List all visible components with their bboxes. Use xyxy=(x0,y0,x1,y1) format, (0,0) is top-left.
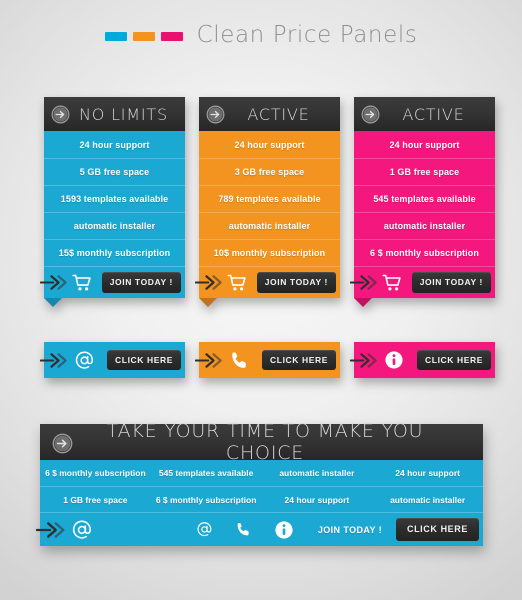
panel-feature-row: 789 templates available xyxy=(199,185,340,212)
panel-feature-row: 3 GB free space xyxy=(199,158,340,185)
wide-feature-cell: 24 hour support xyxy=(284,494,350,505)
panel-feature-row: 24 hour support xyxy=(79,139,150,150)
double-chevron-right-icon xyxy=(36,520,68,540)
panel-feature-row: 6 $ monthly subscription xyxy=(354,239,495,266)
panel-feature-row: 1593 templates available xyxy=(44,185,185,212)
title-dash-orange xyxy=(132,31,155,41)
wide-panel-title: TAKE YOUR TIME TO MAKE YOU CHOICE xyxy=(106,420,424,464)
panel-feature-row: 10$ monthly subscription xyxy=(199,239,340,266)
wide-price-panel: TAKE YOUR TIME TO MAKE YOU CHOICE 6 $ mo… xyxy=(36,420,483,546)
wide-feature-cell: 1 GB free space xyxy=(63,494,128,505)
panel-feature-row: 24 hour support xyxy=(234,139,305,150)
at-sign-icon[interactable] xyxy=(72,350,96,371)
panel-footer: JOIN TODAY ! xyxy=(350,266,495,298)
page-title-bar: Clean Price Panels xyxy=(0,22,522,48)
price-panel: NO LIMITS 24 hour support 5 GB free space… xyxy=(40,97,185,307)
panel-feature-row: 5 GB free space xyxy=(44,158,185,185)
wide-feature-cell: 545 templates available xyxy=(158,468,254,478)
info-circle-icon[interactable] xyxy=(382,350,406,370)
cta-bar: CLICK HERE xyxy=(195,342,340,378)
join-today-button[interactable]: JOIN TODAY ! xyxy=(101,272,181,293)
panel-feature-row: 1 GB free space xyxy=(354,158,495,185)
info-circle-icon[interactable] xyxy=(274,520,294,540)
panel-feature-row: automatic installer xyxy=(44,212,185,239)
title-dash-cyan xyxy=(104,31,127,41)
price-panels-row: NO LIMITS 24 hour support 5 GB free space… xyxy=(40,97,495,307)
shopping-cart-icon[interactable] xyxy=(227,273,251,293)
price-panel: ACTIVE 24 hour support 3 GB free space 789… xyxy=(195,97,340,307)
click-here-button[interactable]: CLICK HERE xyxy=(262,349,336,371)
cta-bars-row: CLICK HERE CLICK HERE CLICK HERE xyxy=(40,342,495,378)
wide-feature-cell: 6 $ monthly subscription xyxy=(155,494,257,505)
title-dash-pink xyxy=(160,31,183,41)
join-today-button[interactable]: JOIN TODAY ! xyxy=(411,272,491,293)
double-chevron-right-icon xyxy=(195,273,225,292)
shopping-cart-icon[interactable] xyxy=(382,273,406,293)
page-title: Clean Price Panels xyxy=(196,22,418,48)
title-dash-group xyxy=(104,31,183,41)
panel-header: ACTIVE xyxy=(354,97,495,131)
panel-body: 24 hour support 5 GB free space 1593 templ… xyxy=(40,131,185,298)
panel-corner-tail xyxy=(199,298,217,307)
double-chevron-right-icon xyxy=(350,351,380,370)
panel-feature-row: 545 templates available xyxy=(354,185,495,212)
cta-bar: CLICK HERE xyxy=(40,342,185,378)
panel-header: ACTIVE xyxy=(199,97,340,131)
wide-feature-row: 1 GB free space 6 $ monthly subscription 2… xyxy=(40,486,483,512)
click-here-button[interactable]: CLICK HERE xyxy=(107,349,181,371)
panel-header: NO LIMITS xyxy=(44,97,185,131)
phone-icon[interactable] xyxy=(235,521,252,538)
price-panel: ACTIVE 24 hour support 1 GB free space 545… xyxy=(350,97,495,307)
cta-bar: CLICK HERE xyxy=(350,342,495,378)
wide-panel-header: TAKE YOUR TIME TO MAKE YOU CHOICE xyxy=(40,420,483,464)
circle-arrow-right-icon xyxy=(52,433,73,453)
wide-feature-cell: 6 $ monthly subscription xyxy=(45,468,146,478)
wide-feature-cell: automatic installer xyxy=(279,468,355,478)
panel-footer: JOIN TODAY ! xyxy=(40,266,185,298)
panel-feature-row: 15$ monthly subscription xyxy=(44,239,185,266)
panel-feature-row: automatic installer xyxy=(354,212,495,239)
panel-title: NO LIMITS xyxy=(79,104,168,124)
phone-icon[interactable] xyxy=(227,350,251,371)
panel-corner-tail xyxy=(354,298,372,307)
panel-body: 24 hour support 3 GB free space 789 templa… xyxy=(195,131,340,298)
panel-feature-row: automatic installer xyxy=(199,212,340,239)
panel-corner-tail xyxy=(44,298,62,307)
at-sign-icon[interactable] xyxy=(68,519,96,541)
wide-feature-cell: 24 hour support xyxy=(395,468,460,478)
circle-arrow-right-icon xyxy=(361,105,380,124)
double-chevron-right-icon xyxy=(195,351,225,370)
click-here-button[interactable]: CLICK HERE xyxy=(395,518,479,541)
panel-body: 24 hour support 1 GB free space 545 templa… xyxy=(350,131,495,298)
wide-feature-row: 6 $ monthly subscription 545 templates av… xyxy=(40,460,483,486)
wide-panel-footer: JOIN TODAY ! CLICK HERE xyxy=(36,512,483,546)
panel-title: ACTIVE xyxy=(402,104,465,124)
panel-title: ACTIVE xyxy=(247,104,310,124)
wide-panel-body: 6 $ monthly subscription 545 templates av… xyxy=(40,460,483,512)
shopping-cart-icon[interactable] xyxy=(72,273,96,293)
wide-footer-icon-group xyxy=(196,520,294,540)
at-sign-icon[interactable] xyxy=(196,521,213,538)
circle-arrow-right-icon xyxy=(206,105,225,124)
double-chevron-right-icon xyxy=(40,351,70,370)
circle-arrow-right-icon xyxy=(51,105,70,124)
panel-footer: JOIN TODAY ! xyxy=(195,266,340,298)
join-today-button[interactable]: JOIN TODAY ! xyxy=(256,272,336,293)
double-chevron-right-icon xyxy=(350,273,380,292)
double-chevron-right-icon xyxy=(40,273,70,292)
click-here-button[interactable]: CLICK HERE xyxy=(417,349,491,371)
panel-feature-row: 24 hour support xyxy=(389,139,460,150)
join-today-link[interactable]: JOIN TODAY ! xyxy=(318,525,382,535)
wide-feature-cell: automatic installer xyxy=(390,494,466,505)
